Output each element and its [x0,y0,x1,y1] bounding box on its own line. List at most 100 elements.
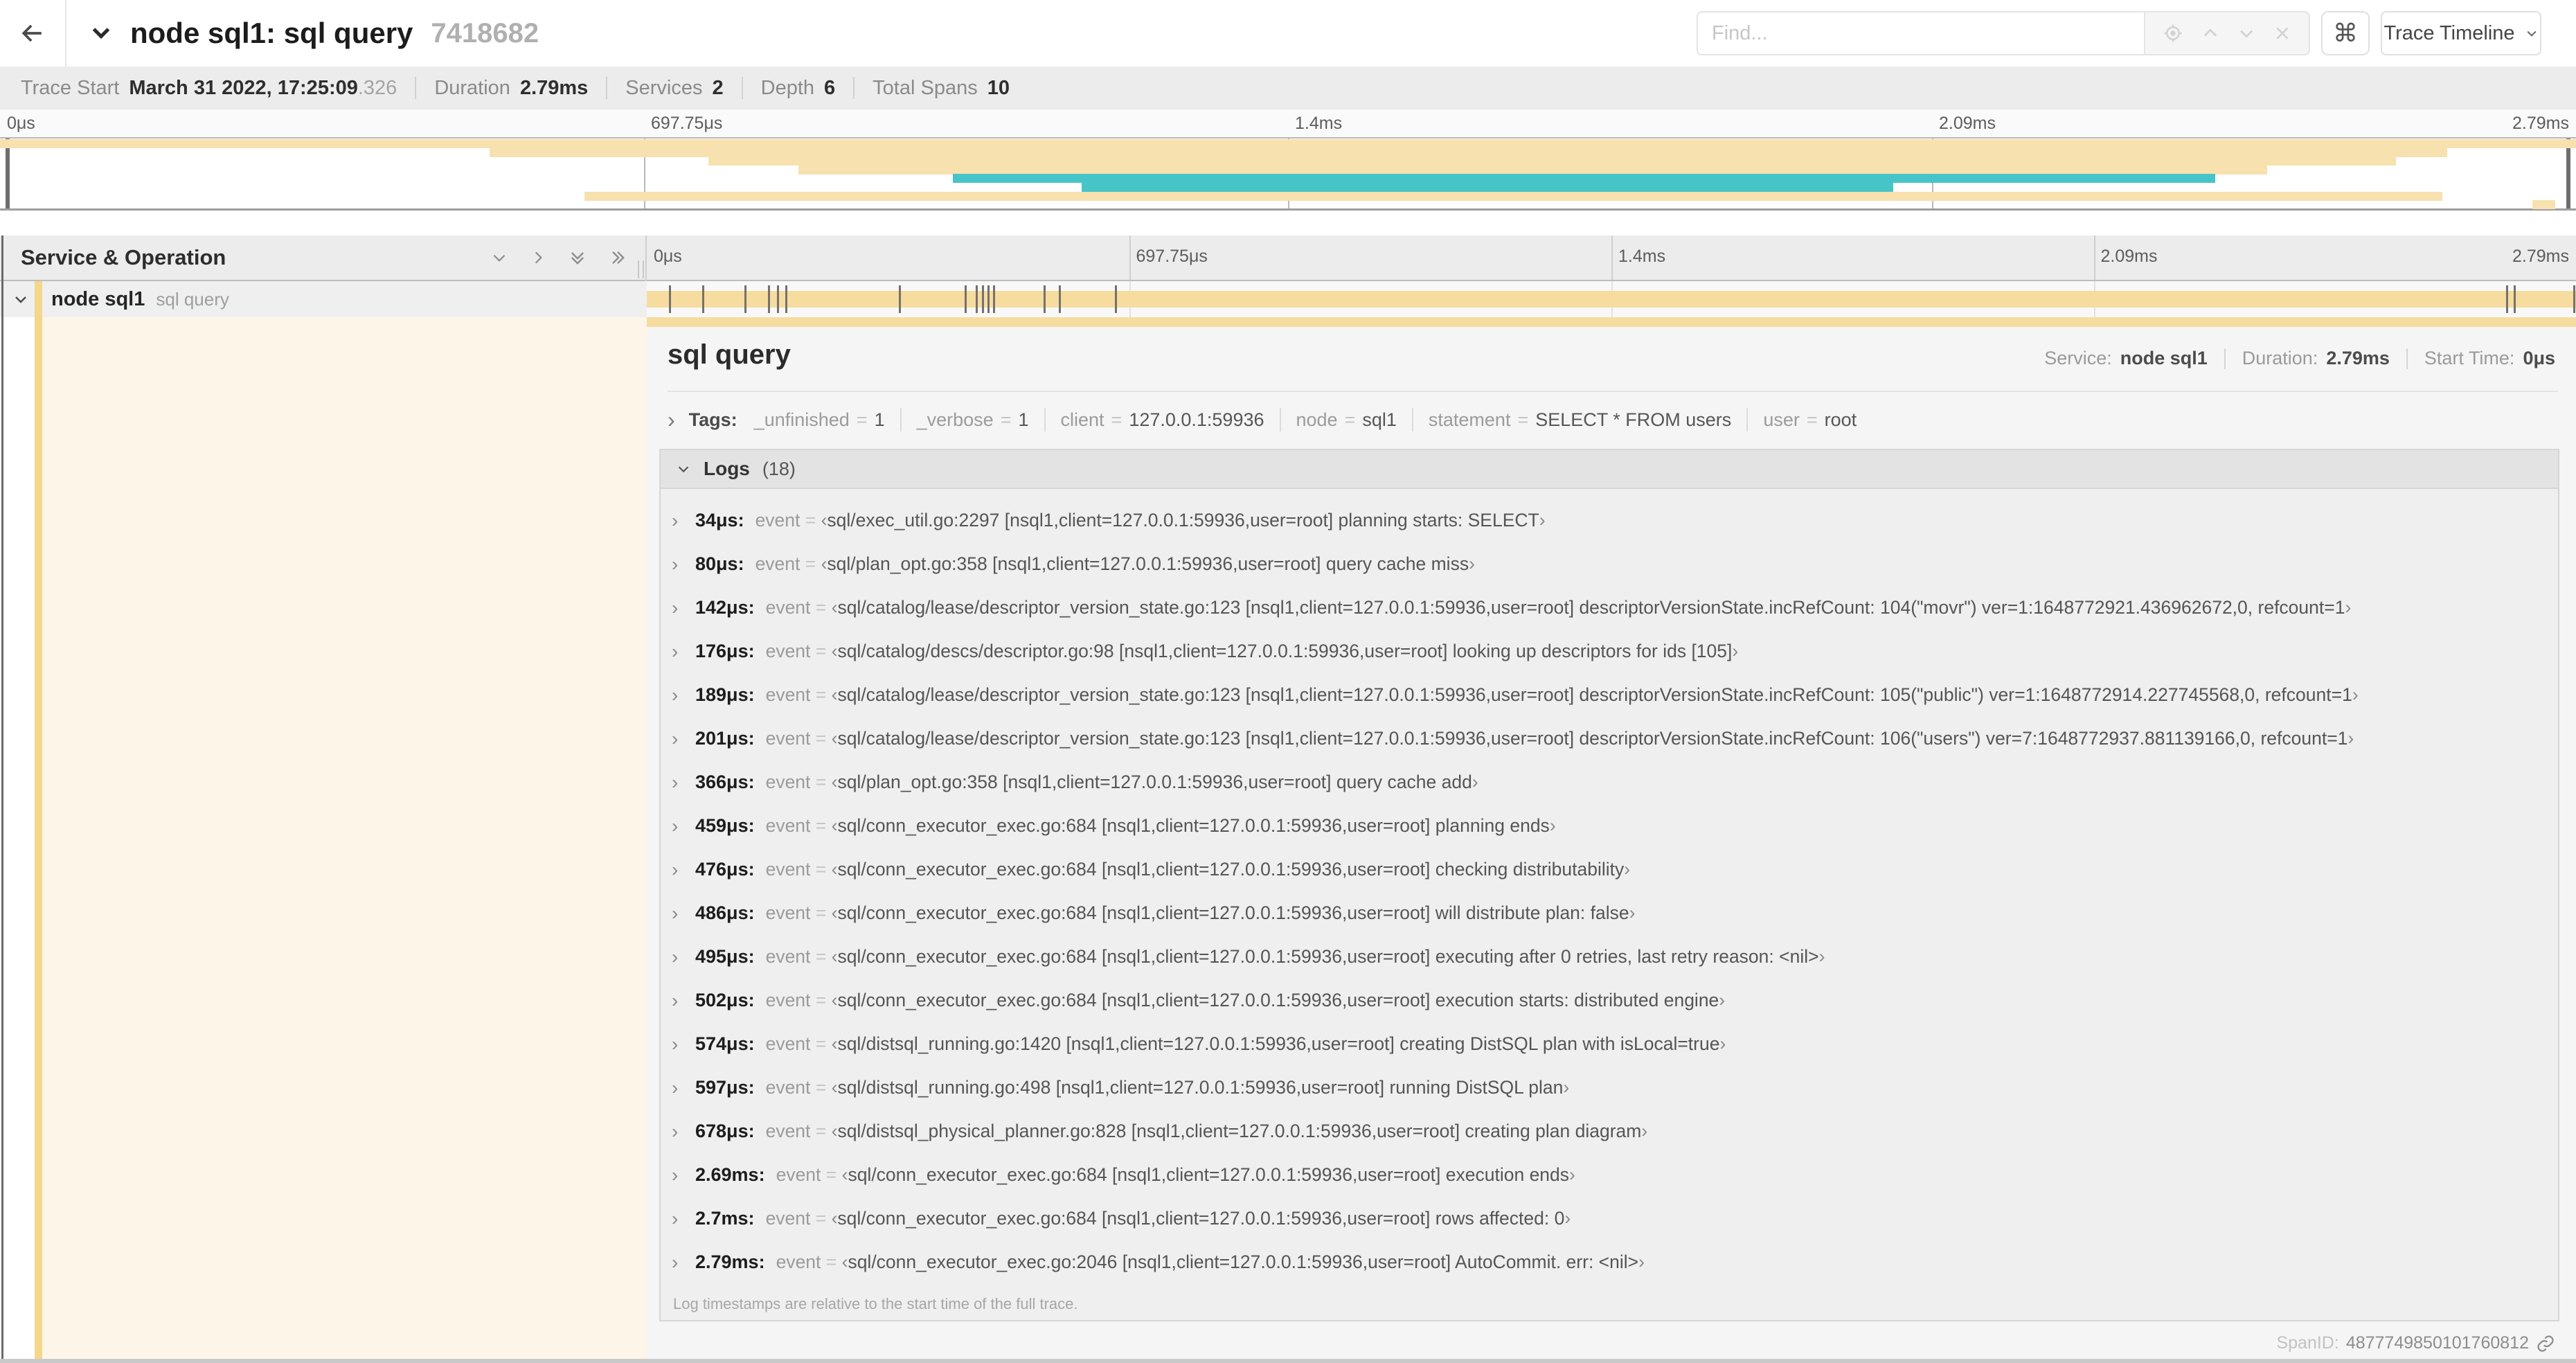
chevron-down-icon [2526,30,2537,37]
bottom-scrollbar-strip[interactable] [0,1359,2576,1363]
find-input[interactable] [1697,11,2145,55]
log-tick-marker [777,285,780,313]
view-selector-button[interactable]: Trace Timeline [2381,11,2541,55]
log-entry[interactable]: › 176μs: event = ‹sql/catalog/descs/descri… [661,630,2558,673]
column-resizer-grip[interactable] [638,260,644,278]
tag-value: sql1 [1362,409,1397,430]
span-collapse-chevron-icon[interactable] [12,291,29,308]
tags-expand-caret-icon[interactable]: › [668,409,675,431]
log-entry[interactable]: › 142μs: event = ‹sql/catalog/lease/descri… [661,586,2558,630]
tag: node = sql1 [1296,409,1397,431]
log-entry[interactable]: › 366μs: event = ‹sql/plan_opt.go:358 [nsq… [661,760,2558,804]
log-entry[interactable]: › 574μs: event = ‹sql/distsql_running.go:1… [661,1022,2558,1066]
log-entry[interactable]: › 495μs: event = ‹sql/conn_executor_exec.g… [661,935,2558,979]
overview-label: Duration: [2242,348,2318,368]
span-row-bar-area[interactable] [647,281,2576,317]
collapse-trace-chevron-icon[interactable] [89,21,114,46]
overview-separator [2224,348,2226,369]
log-close-quote: › [1469,553,1475,574]
log-entry[interactable]: › 80μs: event = ‹sql/plan_opt.go:358 [nsql… [661,542,2558,586]
next-match-icon[interactable] [2237,24,2256,43]
log-field-name: event [765,641,811,661]
log-field-value: sql/conn_executor_exec.go:684 [nsql1,cli… [837,815,1550,836]
log-field-name: event [765,597,811,618]
log-equals: = [821,1251,842,1272]
log-entry[interactable]: › 34μs: event = ‹sql/exec_util.go:2297 [ns… [661,499,2558,542]
overview-label: Start Time: [2424,348,2515,368]
service-operation-title: Service & Operation [21,245,226,269]
log-close-quote: › [1629,902,1636,923]
log-equals: = [810,597,832,618]
log-expand-caret-icon: › [672,1207,679,1229]
log-timestamp: 502μs: [695,990,755,1010]
log-equals: = [810,859,832,880]
back-button[interactable] [0,0,66,66]
summary-item: Depth 6 [761,77,836,100]
span-color-accent-bar [35,317,42,1359]
span-id-label: SpanID: [2276,1333,2339,1353]
log-entry[interactable]: › 678μs: event = ‹sql/distsql_physical_pla… [661,1110,2558,1153]
log-entry[interactable]: › 597μs: event = ‹sql/distsql_running.go:4… [661,1066,2558,1110]
log-close-quote: › [1569,1164,1575,1185]
span-children-indent-area [42,317,647,1359]
span-row-service[interactable]: node sql1 sql query [0,281,647,317]
axis-tick-label: 1.4ms [1618,247,1666,266]
log-entry[interactable]: › 459μs: event = ‹sql/conn_executor_exec.g… [661,804,2558,848]
log-expand-caret-icon: › [672,553,679,575]
log-entry[interactable]: › 2.79ms: event = ‹sql/conn_executor_exec.… [661,1240,2558,1284]
summary-value: 10 [987,76,1010,99]
axis-tick-label: 0μs [7,114,35,133]
log-entry[interactable]: › 486μs: event = ‹sql/conn_executor_exec.g… [661,891,2558,935]
locate-icon[interactable] [2163,23,2183,44]
minimap-canvas[interactable] [0,137,2576,211]
collapse-one-icon[interactable] [490,249,508,267]
log-message: event = ‹sql/conn_executor_exec.go:684 [… [776,1164,1575,1186]
log-timestamp: 2.79ms: [695,1251,765,1272]
expand-all-icon[interactable] [608,248,627,267]
trace-title: node sql1: sql query [130,17,413,49]
log-expand-caret-icon: › [672,814,679,837]
log-entry[interactable]: › 502μs: event = ‹sql/conn_executor_exec.g… [661,979,2558,1022]
axis-tick-label: 2.09ms [2100,247,2158,266]
minimap-left-handle[interactable] [6,139,10,208]
logs-header[interactable]: Logs (18) [661,450,2558,489]
log-field-value: sql/conn_executor_exec.go:684 [nsql1,cli… [848,1164,1570,1185]
prev-match-icon[interactable] [2201,24,2220,43]
overview-item: Start Time: 0μs [2424,348,2555,369]
tag-separator [1279,408,1281,431]
log-timestamp: 459μs: [695,815,755,836]
log-message: event = ‹sql/catalog/lease/descriptor_ve… [766,597,2352,618]
trace-id: 7418682 [431,17,539,48]
copy-link-icon[interactable] [2536,1334,2555,1353]
log-entry[interactable]: › 2.69ms: event = ‹sql/conn_executor_exec.… [661,1153,2558,1197]
log-equals: = [810,728,832,749]
clear-search-icon[interactable] [2273,24,2291,42]
service-operation-header: Service & Operation [0,235,647,281]
log-entry[interactable]: › 201μs: event = ‹sql/catalog/lease/descri… [661,717,2558,760]
summary-label: Total Spans [873,76,978,99]
tag-key: statement [1428,409,1511,430]
log-entry[interactable]: › 476μs: event = ‹sql/conn_executor_exec.g… [661,848,2558,891]
log-field-name: event [765,684,811,705]
log-timestamp: 142μs: [695,597,755,618]
log-field-value: sql/exec_util.go:2297 [nsql1,client=127.… [827,510,1539,531]
tag-key: node [1296,409,1338,430]
minimap-right-handle[interactable] [2566,139,2570,208]
log-close-quote: › [1638,1251,1645,1272]
log-field-value: sql/distsql_physical_planner.go:828 [nsq… [837,1121,1642,1141]
log-entry[interactable]: › 189μs: event = ‹sql/catalog/lease/descri… [661,673,2558,717]
minimap-span-bar [489,148,2447,157]
axis-tick-label: 2.09ms [1939,114,1996,133]
summary-value-suffix: .326 [357,76,397,99]
trace-summary-bar: Trace Start March 31 2022, 17:25:09.326 Du… [0,66,2576,109]
keyboard-shortcuts-button[interactable]: ⌘ [2321,11,2370,55]
timeline-gridline [1611,235,1613,280]
summary-item: Trace Start March 31 2022, 17:25:09.326 [21,77,397,100]
log-close-quote: › [1472,772,1478,792]
summary-item: Duration 2.79ms [434,77,588,100]
collapse-all-icon[interactable] [568,248,587,267]
log-entry[interactable]: › 2.7ms: event = ‹sql/conn_executor_exec.g… [661,1197,2558,1240]
tag: _verbose = 1 [917,409,1029,431]
log-message: event = ‹sql/conn_executor_exec.go:684 [… [766,1208,1571,1229]
expand-one-icon[interactable] [529,249,547,267]
